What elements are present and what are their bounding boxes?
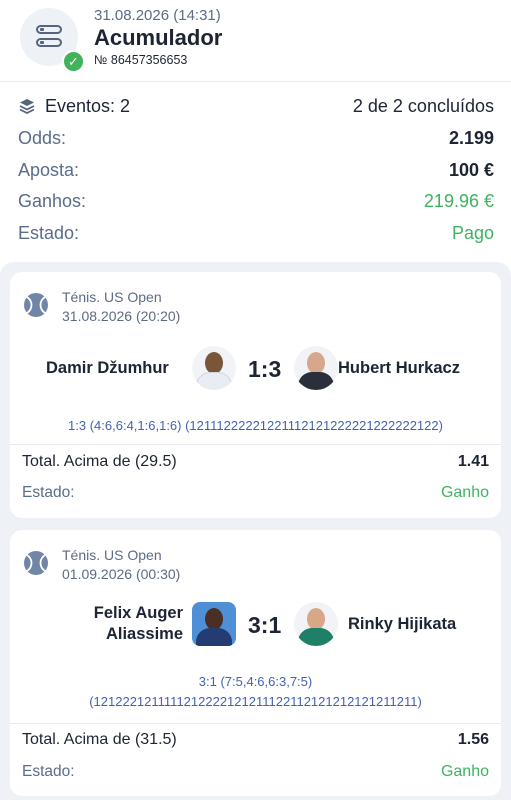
events-status: 2 de 2 concluídos <box>352 96 494 116</box>
player-away: Rinky Hijikata <box>348 615 457 633</box>
bet-date: 31.08.2026 (14:31) <box>94 7 221 24</box>
set-scores: 1:3 (4:6,6:4,1:6,1:6) (12111222221221112… <box>68 418 443 433</box>
event-state-value: Ganho <box>440 484 489 501</box>
tennis-ball-icon <box>24 551 48 575</box>
event-league: Ténis. US Open <box>62 289 162 305</box>
market-odd: 1.56 <box>457 731 489 748</box>
odds-row: Odds: 2.199 <box>18 124 494 154</box>
market-name: Total. Acima de (31.5) <box>22 731 177 748</box>
winnings-label: Ganhos: <box>18 191 87 211</box>
divider <box>10 444 501 445</box>
market-name: Total. Acima de (29.5) <box>22 453 177 470</box>
winnings-row: Ganhos: 219.96 € <box>18 187 494 217</box>
event-league: Ténis. US Open <box>62 547 162 563</box>
match-score: 1:3 <box>248 356 282 382</box>
player-away: Hubert Hurkacz <box>338 359 460 377</box>
player-home-first: Felix Auger <box>93 604 183 622</box>
event-card[interactable]: Ténis. US Open 31.08.2026 (20:20) Damir … <box>10 272 501 518</box>
point-sequence: (121222121111121222212121112211212121212… <box>89 694 422 709</box>
event-state-label: Estado: <box>22 484 75 501</box>
stake-value: 100 € <box>448 160 494 180</box>
state-row: Estado: Pago <box>18 219 494 249</box>
event-state-value: Ganho <box>440 763 489 780</box>
match-score: 3:1 <box>248 612 282 638</box>
event-card[interactable]: Ténis. US Open 01.09.2026 (00:30) Felix … <box>10 530 501 796</box>
player-home-avatar <box>192 346 236 390</box>
event-state-label: Estado: <box>22 763 75 780</box>
check-icon: ✓ <box>62 50 85 73</box>
events-count: Eventos: 2 <box>45 96 131 116</box>
tennis-ball-icon <box>24 293 48 317</box>
player-home-last: Aliassime <box>105 625 183 643</box>
player-away-avatar <box>294 346 338 390</box>
stake-row: Aposta: 100 € <box>18 156 494 186</box>
market-odd: 1.41 <box>457 453 489 470</box>
player-home: Damir Džumhur <box>46 359 169 377</box>
events-row: Eventos: 2 2 de 2 concluídos <box>18 92 494 122</box>
state-label: Estado: <box>18 223 80 243</box>
odds-value: 2.199 <box>448 128 494 148</box>
odds-label: Odds: <box>18 128 67 148</box>
state-value: Pago <box>451 223 494 243</box>
stake-label: Aposta: <box>18 160 80 180</box>
divider <box>10 723 501 724</box>
player-away-avatar <box>294 602 338 646</box>
event-date: 31.08.2026 (20:20) <box>62 308 181 324</box>
bet-type-title: Acumulador <box>94 25 223 50</box>
winnings-value: 219.96 € <box>423 191 494 211</box>
set-scores: 3:1 (7:5,4:6,6:3,7:5) <box>198 674 313 689</box>
event-date: 01.09.2026 (00:30) <box>62 566 181 582</box>
bet-header: ✓ 31.08.2026 (14:31) Acumulador № 864573… <box>0 0 511 82</box>
player-home-avatar <box>192 602 236 646</box>
ticket-number: № 86457356653 <box>94 53 188 67</box>
